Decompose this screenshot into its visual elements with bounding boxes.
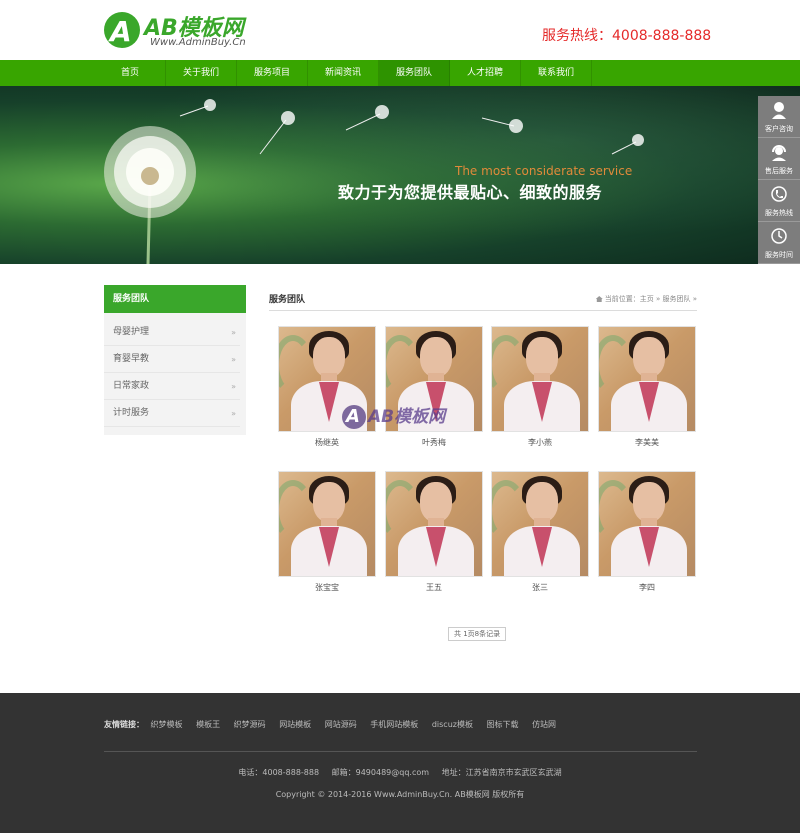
nav-item-contact[interactable]: 联系我们 [521, 60, 592, 86]
left-item-housekeeping[interactable]: 日常家政 [104, 373, 240, 400]
float-consult-button[interactable]: 客户咨询 [758, 96, 800, 138]
member-name[interactable]: 杨继英 [278, 432, 376, 454]
team-card[interactable]: 李小燕 [491, 326, 589, 454]
left-sidebar-title: 服务团队 [104, 285, 246, 313]
breadcrumb[interactable]: 当前位置：主页 » 服务团队 » [595, 294, 697, 304]
nav-item-about[interactable]: 关于我们 [166, 60, 237, 86]
headset-icon [772, 145, 786, 161]
float-hours-label: 服务时间 [765, 251, 793, 259]
seed-1 [179, 99, 216, 117]
friend-link[interactable]: discuz模板 [432, 720, 473, 729]
left-item-maternity[interactable]: 母婴护理 [104, 319, 240, 346]
phone-icon [771, 186, 787, 202]
float-aftersales-button[interactable]: 售后服务 [758, 138, 800, 180]
member-photo[interactable] [385, 471, 483, 577]
footer-email: 邮箱：9490489@qq.com [331, 768, 430, 777]
nav-item-home[interactable]: 首页 [95, 60, 166, 86]
logo[interactable]: A AB模板网 Www.AdminBuy.Cn [104, 10, 254, 50]
member-photo[interactable] [598, 326, 696, 432]
friend-link[interactable]: 网站源码 [325, 720, 357, 729]
member-photo[interactable] [598, 471, 696, 577]
nav-item-jobs[interactable]: 人才招聘 [450, 60, 521, 86]
team-card[interactable]: 张三 [491, 471, 589, 599]
user-icon [772, 102, 786, 119]
main-nav: 首页 关于我们 服务项目 新闻资讯 服务团队 人才招聘 联系我们 [0, 60, 800, 86]
site-footer: 友情链接： 织梦模板 模板王 织梦源码 网站模板 网站源码 手机网站模板 dis… [0, 693, 800, 833]
page: A AB模板网 Www.AdminBuy.Cn 服务热线：4008-888-88… [0, 0, 800, 833]
member-name[interactable]: 李小燕 [491, 432, 589, 454]
team-card[interactable]: 李美美 [598, 326, 696, 454]
team-card[interactable]: 张宝宝 [278, 471, 376, 599]
float-consult-label: 客户咨询 [765, 125, 793, 133]
team-card[interactable]: 李四 [598, 471, 696, 599]
friend-link[interactable]: 图标下载 [487, 720, 519, 729]
member-name[interactable]: 李美美 [598, 432, 696, 454]
friend-links: 友情链接： 织梦模板 模板王 织梦源码 网站模板 网站源码 手机网站模板 dis… [104, 719, 567, 730]
member-photo[interactable] [491, 326, 589, 432]
hotline: 服务热线：4008-888-888 [542, 28, 712, 44]
seed-2 [259, 111, 295, 155]
member-photo[interactable] [491, 471, 589, 577]
team-card[interactable]: 王五 [385, 471, 483, 599]
footer-phone: 电话：4008-888-888 [238, 768, 320, 777]
member-name[interactable]: 叶秀梅 [385, 432, 483, 454]
hero-banner: The most considerate service 致力于为您提供最贴心、… [0, 86, 800, 264]
float-hotline-button[interactable]: 服务热线 [758, 180, 800, 222]
nav-item-services[interactable]: 服务项目 [237, 60, 308, 86]
seed-3 [345, 105, 389, 131]
watermark-logo: A AB模板网 [342, 399, 457, 435]
breadcrumb-text[interactable]: 当前位置：主页 » 服务团队 » [605, 295, 697, 303]
nav-item-news[interactable]: 新闻资讯 [308, 60, 379, 86]
friend-link[interactable]: 织梦模板 [151, 720, 183, 729]
member-name[interactable]: 李四 [598, 577, 696, 599]
seed-5 [611, 134, 644, 155]
member-name[interactable]: 张宝宝 [278, 577, 376, 599]
logo-url: Www.AdminBuy.Cn [150, 37, 246, 48]
footer-copyright: Copyright © 2014-2016 Www.AdminBuy.Cn. A… [275, 790, 525, 799]
clock-icon [771, 228, 787, 244]
dandelion-image [104, 126, 196, 264]
home-icon [595, 296, 603, 302]
watermark-badge: A [342, 405, 366, 429]
float-aftersales-label: 售后服务 [765, 167, 793, 175]
friend-link[interactable]: 模板王 [196, 720, 220, 729]
site-header: A AB模板网 Www.AdminBuy.Cn 服务热线：4008-888-88… [0, 0, 800, 60]
footer-address: 地址：江苏省南京市玄武区玄武湖 [441, 768, 562, 777]
footer-divider [104, 751, 697, 752]
banner-tagline-cn: 致力于为您提供最贴心、细致的服务 [338, 183, 603, 202]
float-hours-button[interactable]: 服务时间 [758, 222, 800, 264]
watermark-mark: A [346, 406, 360, 427]
friend-link[interactable]: 织梦源码 [234, 720, 266, 729]
footer-contact: 电话：4008-888-888 邮箱：9490489@qq.com 地址：江苏省… [0, 767, 800, 778]
watermark-text: AB模板网 [368, 407, 446, 427]
seed-4 [481, 117, 523, 133]
main-content: 服务团队 当前位置：主页 » 服务团队 » 杨继英 叶秀梅 李小燕 李美美 张宝… [269, 285, 697, 641]
friend-link[interactable]: 网站模板 [279, 720, 311, 729]
friend-link[interactable]: 仿站网 [532, 720, 556, 729]
left-item-hourly[interactable]: 计时服务 [104, 400, 240, 427]
member-name[interactable]: 张三 [491, 577, 589, 599]
logo-badge: A [104, 12, 140, 48]
friend-links-label: 友情链接： [104, 720, 144, 729]
nav-item-team[interactable]: 服务团队 [379, 60, 450, 86]
left-category-list: 母婴护理 育婴早教 日常家政 计时服务 [104, 313, 246, 435]
main-header: 服务团队 当前位置：主页 » 服务团队 » [269, 285, 697, 311]
member-name[interactable]: 王五 [385, 577, 483, 599]
pagination-info: 共 1页8条记录 [448, 627, 507, 641]
friend-link[interactable]: 手机网站模板 [370, 720, 418, 729]
left-sidebar: 服务团队 母婴护理 育婴早教 日常家政 计时服务 [104, 285, 246, 435]
floating-service-bar: 客户咨询 售后服务 服务热线 服务时间 [758, 96, 800, 264]
main-title: 服务团队 [269, 295, 306, 305]
member-photo[interactable] [278, 471, 376, 577]
float-hotline-label: 服务热线 [765, 209, 793, 217]
left-item-early-education[interactable]: 育婴早教 [104, 346, 240, 373]
logo-mark: A [110, 15, 132, 48]
banner-tagline-en: The most considerate service [455, 164, 633, 178]
